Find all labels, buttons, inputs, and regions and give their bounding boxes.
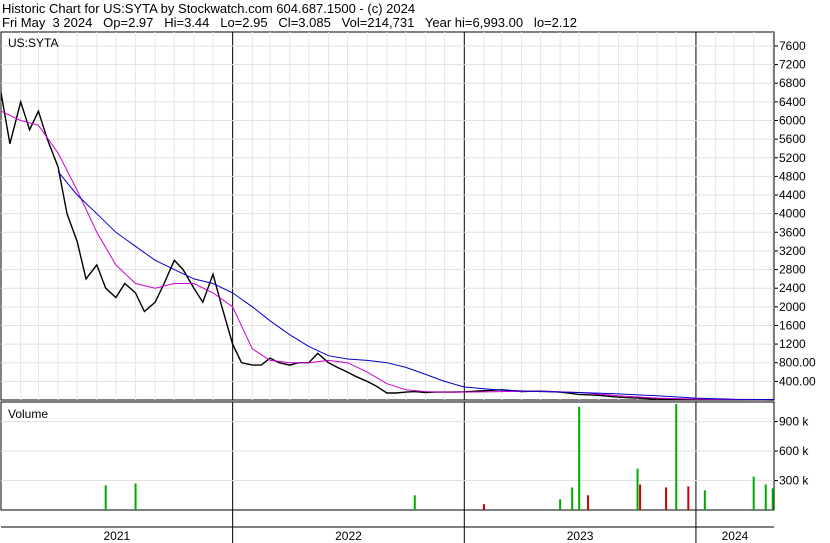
volume-bar (636, 468, 639, 510)
volume-bar (687, 486, 690, 510)
x-tick-label: 2022 (335, 529, 362, 543)
volume-bar (571, 487, 574, 510)
volume-bar (104, 485, 107, 510)
volume-title: Volume (8, 407, 48, 421)
symbol-label: US:SYTA (8, 36, 58, 50)
price-grid (1, 32, 774, 400)
price-y-tick-label: 4000 (779, 207, 806, 221)
price-y-tick-label: 2000 (779, 300, 806, 314)
volume-y-tick-label: 600 k (779, 444, 809, 458)
price-y-tick-label: 3200 (779, 244, 806, 258)
price-y-tick-label: 800.00 (779, 356, 816, 370)
volume-bar (752, 476, 755, 510)
price-panel-frame (0, 31, 775, 401)
price-y-tick-label: 1600 (779, 318, 806, 332)
x-tick-label: 2024 (722, 529, 749, 543)
volume-bar (578, 406, 581, 510)
price-y-axis: 7600 7200 6800 6400 6000 5600 5200 4800 4400 4000… (774, 39, 816, 388)
price-y-tick-label: 6800 (779, 76, 806, 90)
x-tick-label: 2023 (567, 529, 594, 543)
price-y-tick-label: 2400 (779, 281, 806, 295)
volume-grid (1, 402, 774, 510)
price-y-tick-label: 1200 (779, 337, 806, 351)
price-y-tick-label: 7600 (779, 39, 806, 53)
volume-bars-group (104, 403, 774, 510)
stock-chart: 7600 7200 6800 6400 6000 5600 5200 4800 4400 4000… (0, 31, 816, 543)
price-y-tick-label: 400.00 (779, 374, 816, 388)
price-y-tick-label: 2800 (779, 263, 806, 277)
volume-y-axis: 900 k 600 k 300 k (774, 415, 809, 488)
price-y-tick-label: 6400 (779, 95, 806, 109)
x-tick-label: 2021 (103, 529, 130, 543)
volume-y-tick-label: 300 k (779, 474, 809, 488)
price-y-tick-label: 3600 (779, 225, 806, 239)
price-y-tick-label: 7200 (779, 58, 806, 72)
volume-bar (587, 495, 590, 510)
volume-bar (703, 490, 706, 510)
price-y-tick-label: 4800 (779, 169, 806, 183)
price-y-tick-label: 6000 (779, 114, 806, 128)
volume-bar (639, 484, 642, 510)
volume-bar (665, 487, 668, 510)
volume-bar (482, 504, 485, 510)
volume-bar (134, 483, 137, 510)
price-y-tick-label: 4400 (779, 188, 806, 202)
moving-average-line-1 (0, 110, 775, 401)
volume-bar (771, 488, 774, 510)
volume-bar (764, 484, 767, 510)
volume-bar (559, 499, 562, 510)
volume-y-tick-label: 900 k (779, 415, 809, 429)
price-y-tick-label: 5600 (779, 132, 806, 146)
volume-bar (675, 403, 678, 510)
volume-panel-frame (0, 401, 775, 511)
price-y-tick-label: 5200 (779, 151, 806, 165)
volume-bar (413, 495, 416, 510)
